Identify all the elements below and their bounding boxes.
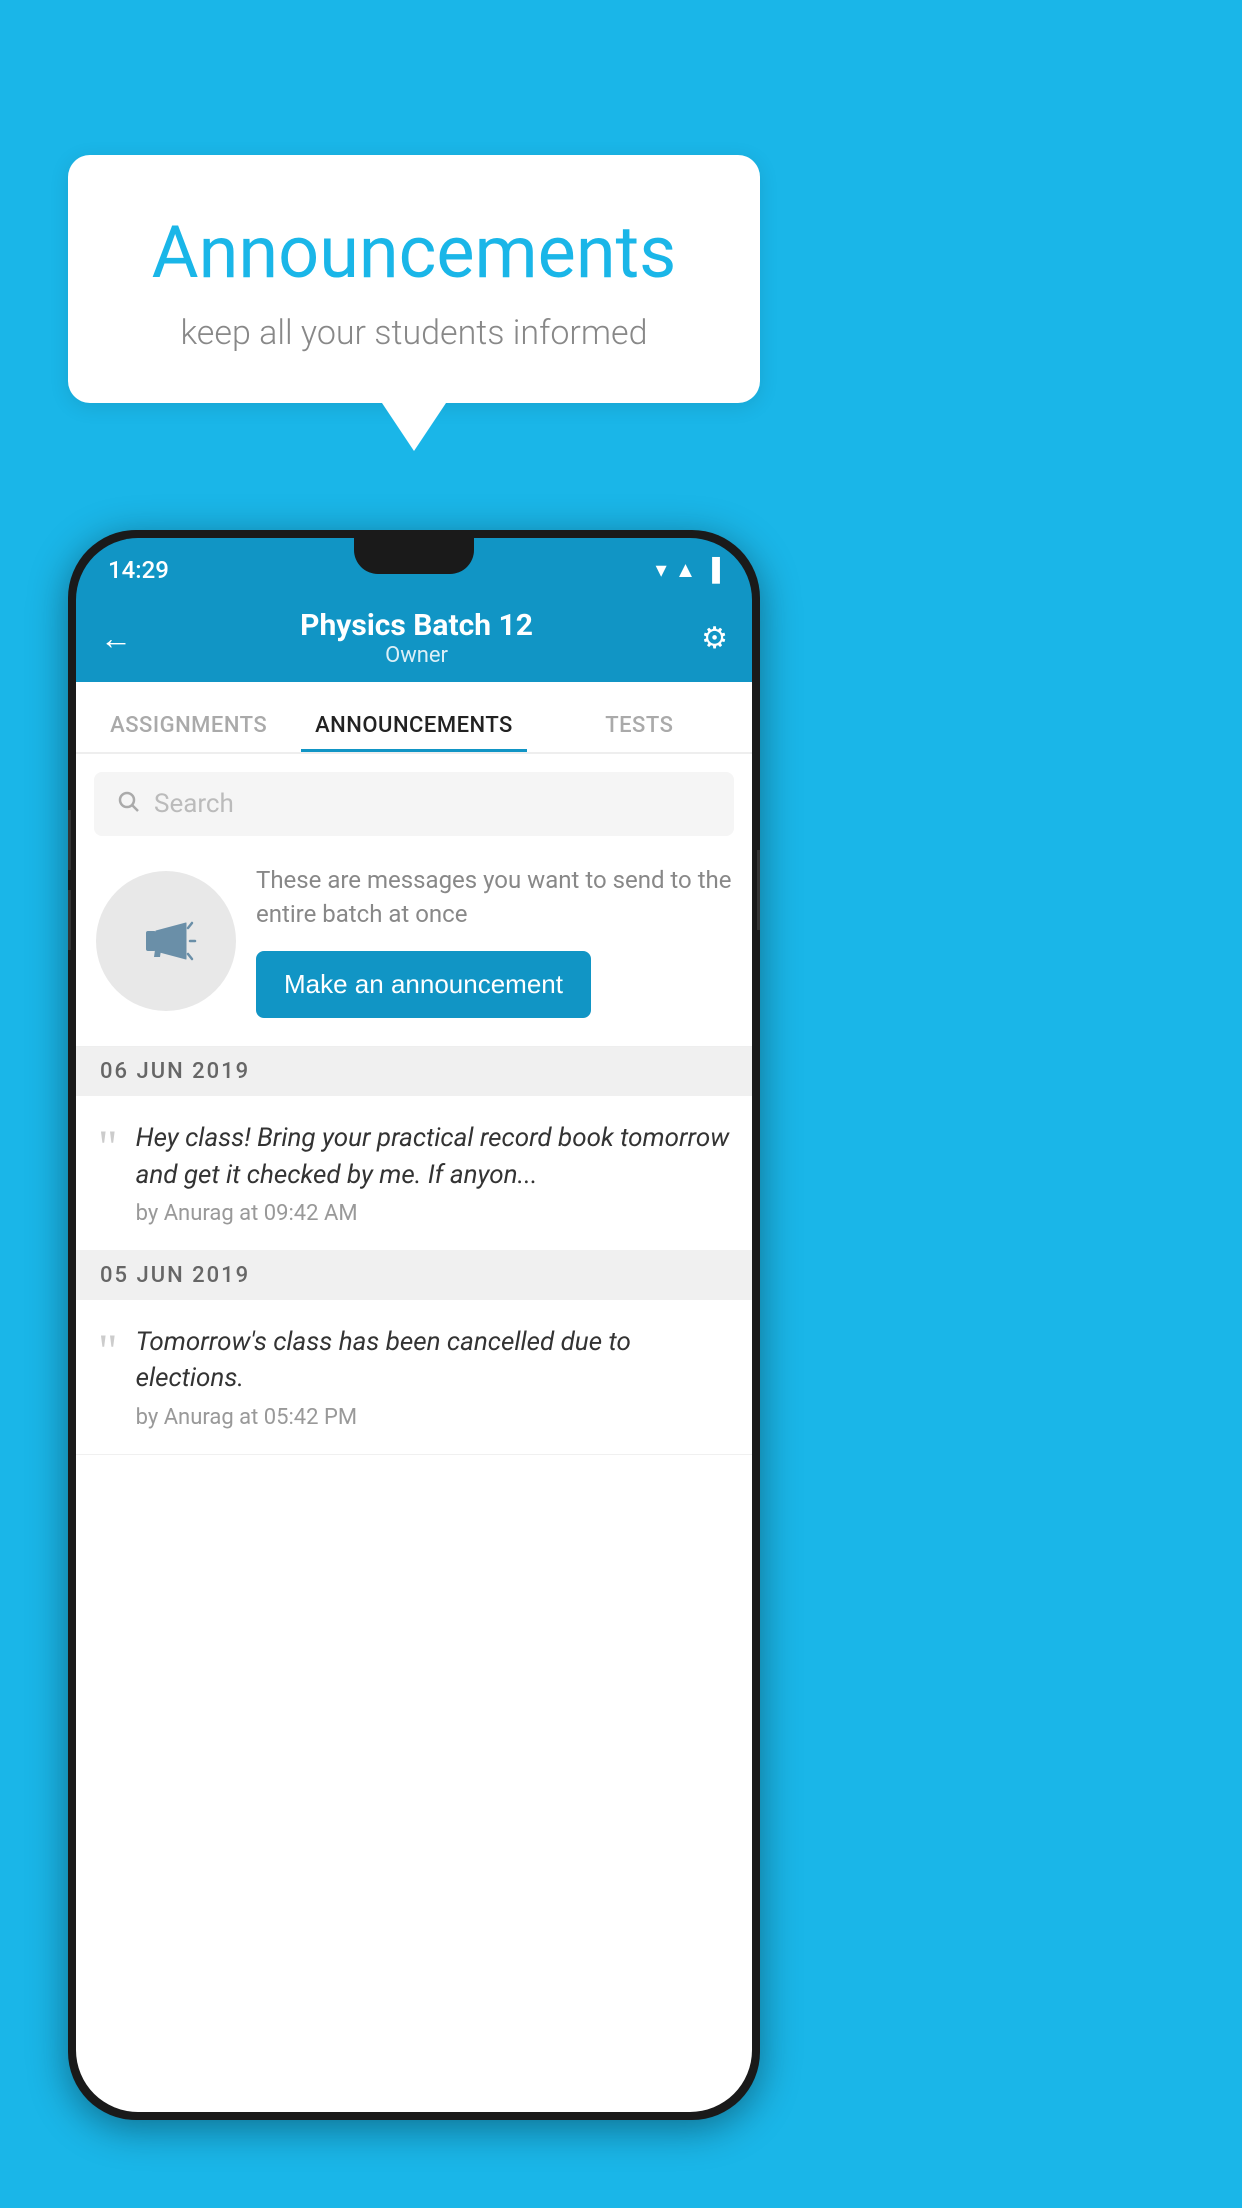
search-icon	[116, 789, 140, 820]
date-separator-2: 05 JUN 2019	[76, 1251, 752, 1300]
announcement-item-2[interactable]: " Tomorrow's class has been cancelled du…	[76, 1300, 752, 1455]
phone-inner: 14:29 ▾ ▲ ▐ ← Physics Batch 12 Owner ⚙	[76, 538, 752, 2112]
speech-bubble-container: Announcements keep all your students inf…	[68, 155, 760, 451]
announcement-promo: These are messages you want to send to t…	[76, 836, 752, 1047]
phone-notch	[354, 538, 474, 574]
search-placeholder: Search	[154, 789, 234, 819]
quote-icon-2: "	[98, 1328, 118, 1376]
promo-icon-circle	[96, 871, 236, 1011]
quote-icon-1: "	[98, 1124, 118, 1172]
volume-down-button[interactable]	[68, 890, 71, 950]
status-time: 14:29	[108, 556, 169, 584]
speech-bubble-tail	[382, 403, 446, 451]
announcement-meta-1: by Anurag at 09:42 AM	[136, 1201, 730, 1226]
app-bar-subtitle: Owner	[132, 643, 701, 668]
screen-content: Search	[76, 754, 752, 2112]
phone-screen: ← Physics Batch 12 Owner ⚙ ASSIGNMENTS A…	[76, 594, 752, 2112]
announcement-text-1: Hey class! Bring your practical record b…	[136, 1120, 730, 1226]
back-button[interactable]: ←	[100, 619, 132, 657]
tab-assignments[interactable]: ASSIGNMENTS	[76, 713, 301, 752]
phone-frame: 14:29 ▾ ▲ ▐ ← Physics Batch 12 Owner ⚙	[68, 530, 760, 2120]
announcement-item-1[interactable]: " Hey class! Bring your practical record…	[76, 1096, 752, 1251]
promo-text-block: These are messages you want to send to t…	[256, 864, 732, 1018]
tab-announcements[interactable]: ANNOUNCEMENTS	[301, 713, 526, 752]
settings-icon[interactable]: ⚙	[701, 621, 728, 656]
announcement-text-2: Tomorrow's class has been cancelled due …	[136, 1324, 730, 1430]
wifi-icon: ▾	[656, 558, 667, 583]
battery-icon: ▐	[704, 557, 720, 583]
speech-bubble-card: Announcements keep all your students inf…	[68, 155, 760, 403]
search-bar[interactable]: Search	[94, 772, 734, 836]
app-bar-title: Physics Batch 12	[132, 608, 701, 643]
tab-bar: ASSIGNMENTS ANNOUNCEMENTS TESTS	[76, 682, 752, 754]
announcement-meta-2: by Anurag at 05:42 PM	[136, 1405, 730, 1430]
status-icons: ▾ ▲ ▐	[656, 557, 720, 583]
speech-bubble-subtitle: keep all your students informed	[118, 313, 710, 353]
power-button[interactable]	[757, 850, 760, 930]
date-separator-1: 06 JUN 2019	[76, 1047, 752, 1096]
app-bar: ← Physics Batch 12 Owner ⚙	[76, 594, 752, 682]
announcement-message-1: Hey class! Bring your practical record b…	[136, 1120, 730, 1193]
announcement-message-2: Tomorrow's class has been cancelled due …	[136, 1324, 730, 1397]
speech-bubble-title: Announcements	[118, 210, 710, 295]
make-announcement-button[interactable]: Make an announcement	[256, 951, 591, 1018]
tab-tests[interactable]: TESTS	[527, 713, 752, 752]
promo-description: These are messages you want to send to t…	[256, 864, 732, 931]
volume-up-button[interactable]	[68, 810, 71, 870]
signal-icon: ▲	[675, 557, 697, 583]
app-bar-title-block: Physics Batch 12 Owner	[132, 608, 701, 668]
